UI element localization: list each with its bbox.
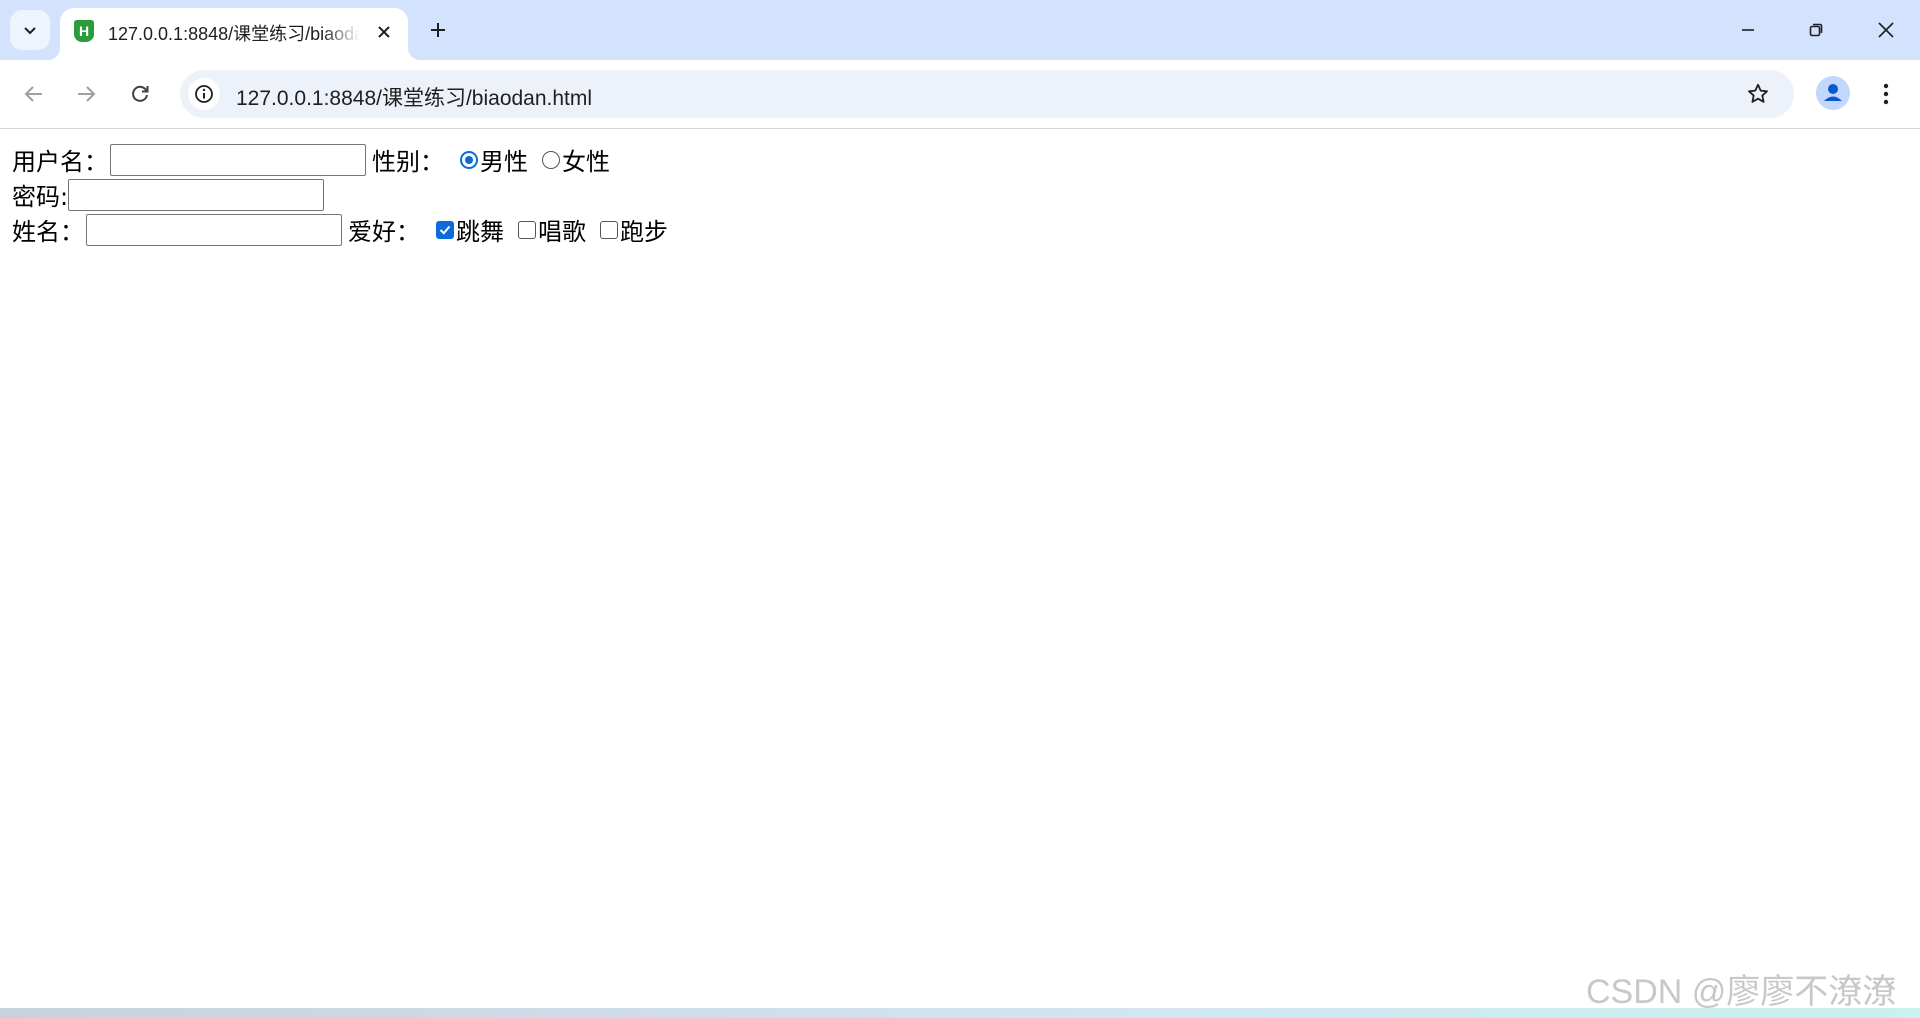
form-row-name: 姓名： 爱好： 跳舞 唱歌 跑步: [12, 212, 1912, 247]
profile-avatar[interactable]: [1816, 76, 1850, 110]
gender-label: 性别：: [372, 148, 444, 176]
arrow-right-icon: [78, 86, 96, 102]
hobby-run-checkbox[interactable]: [600, 220, 618, 239]
username-label: 用户名：: [12, 148, 108, 176]
csdn-watermark: CSDN @廖廖不潦潦: [1586, 973, 1897, 1011]
browser-menu-button[interactable]: [1870, 74, 1902, 114]
chevron-down-icon: [24, 27, 36, 35]
hobby-label: 爱好：: [348, 218, 420, 246]
hobby-dance-label: 跳舞: [456, 218, 504, 246]
checkmark-icon: [439, 225, 451, 235]
plus-icon: [431, 23, 445, 37]
minimize-icon: [1742, 29, 1754, 31]
name-label: 姓名：: [12, 218, 84, 246]
person-icon: [1824, 84, 1842, 101]
restore-button[interactable]: [1782, 0, 1850, 60]
star-icon: [1748, 83, 1768, 103]
gender-female-label: 女性: [562, 148, 610, 176]
back-button[interactable]: [14, 74, 54, 114]
address-bar[interactable]: 127.0.0.1:8848/课堂练习/biaodan.html: [180, 70, 1794, 118]
tab-strip: H 127.0.0.1:8848/课堂练习/biaodan.html: [0, 0, 1920, 60]
reload-button[interactable]: [120, 74, 160, 114]
reload-icon: [132, 85, 149, 102]
password-label: 密码:: [12, 183, 69, 211]
restore-icon: [1809, 23, 1823, 37]
url-text: 127.0.0.1:8848/课堂练习/biaodan.html: [236, 87, 593, 110]
page-content: 用户名： 性别： 男性 女性 密码: 姓名： 爱好： 跳舞 唱歌 跑步: [12, 142, 1912, 247]
info-icon: [195, 85, 213, 103]
active-tab[interactable]: H 127.0.0.1:8848/课堂练习/biaodan.html: [60, 8, 408, 60]
close-icon: [378, 26, 390, 38]
gender-male-radio[interactable]: [460, 150, 478, 169]
hobby-run-label: 跑步: [620, 218, 668, 246]
gender-male-label: 男性: [480, 148, 528, 176]
tab-title: 127.0.0.1:8848/课堂练习/biaodan.html: [108, 24, 360, 44]
bookmark-button[interactable]: [1742, 78, 1774, 110]
arrow-left-icon: [24, 86, 42, 102]
close-icon: [1878, 22, 1894, 38]
gender-female-radio[interactable]: [542, 150, 560, 169]
site-info-button[interactable]: [188, 78, 220, 110]
taskbar-edge: [0, 1008, 1920, 1018]
new-tab-button[interactable]: [420, 12, 456, 48]
hobby-sing-label: 唱歌: [538, 218, 586, 246]
hobby-sing-checkbox[interactable]: [518, 220, 536, 239]
username-input[interactable]: [110, 143, 366, 176]
forward-button[interactable]: [66, 74, 106, 114]
form-row-password: 密码:: [12, 177, 1912, 212]
hbuilder-favicon-icon: H: [74, 20, 94, 42]
tab-search-button[interactable]: [10, 10, 50, 50]
password-input[interactable]: [68, 178, 325, 211]
minimize-button[interactable]: [1714, 0, 1782, 60]
more-vertical-icon: [1883, 83, 1889, 105]
hobby-dance-checkbox[interactable]: [436, 220, 454, 239]
form-row-username: 用户名： 性别： 男性 女性: [12, 142, 1912, 177]
browser-toolbar: 127.0.0.1:8848/课堂练习/biaodan.html: [0, 60, 1920, 129]
name-input[interactable]: [86, 213, 342, 246]
close-window-button[interactable]: [1852, 0, 1920, 60]
tab-close-button[interactable]: [372, 20, 396, 44]
